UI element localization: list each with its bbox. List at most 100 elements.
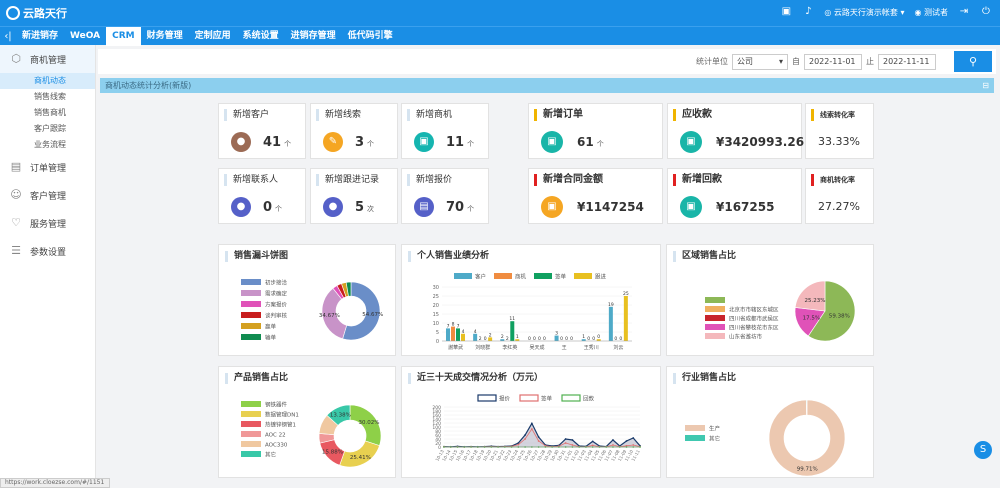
kpi-card[interactable]: 新增线索 ✎ 3个 bbox=[310, 103, 398, 159]
nav-item[interactable]: 低代码引擎 bbox=[342, 27, 399, 46]
unit-select[interactable]: 公司 ▾ bbox=[732, 53, 788, 70]
sidebar-section[interactable]: ☺ 客户管理 bbox=[0, 181, 95, 209]
to-date-input[interactable]: 2022-11-11 bbox=[878, 53, 936, 70]
summary-card[interactable]: 应收款 ▣ ¥3420993.26 bbox=[667, 103, 804, 159]
legend-label: 生产 bbox=[709, 425, 721, 433]
summary-value-wrap: ¥167255 bbox=[716, 200, 777, 214]
data-point[interactable] bbox=[524, 438, 527, 440]
bar[interactable] bbox=[446, 328, 450, 341]
summary-card[interactable]: 新增订单 ▣ 61 个 bbox=[528, 103, 663, 159]
bar[interactable] bbox=[456, 328, 460, 341]
unit-value: 公司 bbox=[737, 56, 753, 66]
bar[interactable] bbox=[608, 306, 613, 341]
sidebar-section-opportunity[interactable]: ⬡ 商机管理 bbox=[0, 45, 95, 73]
sidebar-section[interactable]: ♡ 服务管理 bbox=[0, 209, 95, 237]
sidebar-section[interactable]: ☰ 参数设置 bbox=[0, 237, 95, 265]
data-point[interactable] bbox=[537, 436, 540, 438]
nav-item[interactable]: 财务管理 bbox=[141, 27, 189, 46]
nav-item[interactable]: 定制应用 bbox=[189, 27, 237, 46]
legend-swatch bbox=[705, 315, 725, 321]
search-button[interactable]: ⚲ bbox=[954, 51, 992, 72]
expand-icon[interactable]: ⊟ bbox=[982, 78, 989, 93]
sidebar-subitem[interactable]: 销售商机 bbox=[0, 105, 95, 121]
data-point[interactable] bbox=[612, 439, 614, 441]
pie-slice[interactable] bbox=[339, 440, 380, 468]
x-tick-label: 王 bbox=[562, 345, 567, 351]
summary-card[interactable]: 新增回款 ▣ ¥167255 bbox=[667, 168, 802, 224]
from-label: 自 bbox=[792, 57, 800, 66]
company-switcher[interactable]: ◎ 云路天行演示帐套 ▾ bbox=[824, 7, 904, 18]
summary-value-wrap: 61 个 bbox=[577, 135, 604, 149]
data-point[interactable] bbox=[632, 437, 635, 439]
rate-card[interactable]: 商机转化率 27.27% bbox=[805, 168, 874, 224]
assistant-float-button[interactable]: S bbox=[974, 441, 992, 459]
kpi-label: 新增跟进记录 bbox=[316, 174, 379, 186]
bar[interactable] bbox=[461, 333, 465, 341]
sidebar-subitem[interactable]: 业务流程 bbox=[0, 137, 95, 153]
pie-slice[interactable] bbox=[794, 280, 826, 312]
app-logo[interactable]: 云路天行 bbox=[6, 5, 67, 21]
kpi-value: 70 bbox=[446, 200, 465, 215]
kpi-card[interactable]: 新增报价 ▤ 70 个 bbox=[401, 168, 489, 224]
sidebar-subitem[interactable]: 客户跟踪 bbox=[0, 121, 95, 137]
kpi-card[interactable]: 新增联系人 ● 0个 bbox=[218, 168, 306, 224]
legend-label: AOC330 bbox=[265, 443, 288, 449]
data-point[interactable] bbox=[524, 434, 527, 436]
legend-label: 签单 bbox=[555, 273, 567, 281]
bar[interactable] bbox=[451, 326, 455, 341]
bar[interactable] bbox=[510, 321, 515, 341]
data-point[interactable] bbox=[571, 444, 574, 446]
sidebar-subitem[interactable]: 销售线索 bbox=[0, 89, 95, 105]
user-menu[interactable]: ◉ 测试者 bbox=[914, 7, 948, 18]
bell-icon[interactable]: ♪ bbox=[802, 6, 814, 18]
nav-item[interactable]: 进销存管理 bbox=[285, 27, 342, 46]
kpi-card[interactable]: 新增客户 ● 41 个 bbox=[218, 103, 306, 159]
kpi-card[interactable]: 新增商机 ▣ 11 个 bbox=[401, 103, 489, 159]
legend-label: 北京市市辖区东城区 bbox=[729, 306, 779, 314]
y-tick-label: 200 bbox=[432, 405, 441, 411]
collapse-icon[interactable]: ‹| bbox=[0, 31, 16, 42]
data-point[interactable] bbox=[564, 442, 567, 444]
data-point[interactable] bbox=[571, 439, 574, 441]
nav-item[interactable]: CRM bbox=[106, 26, 141, 46]
rate-label: 商机转化率 bbox=[811, 174, 855, 186]
sidebar-section[interactable]: ▤ 订单管理 bbox=[0, 153, 95, 181]
slice-label: 54.67% bbox=[362, 312, 383, 318]
legend-label: 其它 bbox=[709, 435, 720, 443]
power-icon[interactable]: ⏻ bbox=[980, 6, 992, 18]
nav-item[interactable]: 系统设置 bbox=[237, 27, 285, 46]
summary-card[interactable]: 新增合同金额 ▣ ¥1147254 bbox=[528, 168, 663, 224]
legend-label: 需求确定 bbox=[265, 290, 288, 298]
monitor-icon[interactable]: ▣ bbox=[780, 6, 792, 18]
panel-title: 行业销售占比 bbox=[673, 373, 736, 384]
pie-slice[interactable] bbox=[806, 399, 808, 416]
x-tick-label: 謝華武 bbox=[448, 344, 463, 351]
exit-icon[interactable]: ⇥ bbox=[958, 6, 970, 18]
data-point[interactable] bbox=[530, 428, 533, 430]
from-date-input[interactable]: 2022-11-01 bbox=[804, 53, 862, 70]
legend-swatch bbox=[519, 394, 539, 402]
data-point[interactable] bbox=[537, 440, 540, 442]
panel-product: 产品销售占比 30.02% 25.41% 15.88% 13.38% 钢铁器件 数据管理DN… bbox=[218, 366, 396, 478]
opportunity-icon: ▣ bbox=[414, 132, 434, 152]
data-point[interactable] bbox=[625, 440, 628, 442]
nav-item[interactable]: 新进销存 bbox=[16, 27, 64, 46]
rate-card[interactable]: 线索转化率 33.33% bbox=[805, 103, 874, 159]
followup-icon: ● bbox=[323, 197, 343, 217]
kpi-card[interactable]: 新增跟进记录 ● 5次 bbox=[310, 168, 398, 224]
data-point[interactable] bbox=[530, 422, 533, 425]
search-icon: ⚲ bbox=[968, 55, 978, 68]
data-point[interactable] bbox=[591, 444, 594, 447]
bar[interactable] bbox=[473, 333, 478, 341]
data-point[interactable] bbox=[564, 438, 567, 440]
data-point[interactable] bbox=[517, 443, 520, 446]
data-point[interactable] bbox=[612, 444, 614, 446]
sidebar-subitem[interactable]: 商机动态 bbox=[0, 73, 95, 89]
data-point[interactable] bbox=[632, 444, 635, 446]
legend-swatch bbox=[241, 431, 261, 437]
legend-label: 山东省潍坊市 bbox=[729, 333, 763, 341]
bar[interactable] bbox=[623, 296, 628, 341]
data-point[interactable] bbox=[591, 440, 594, 443]
kpi-unit: 个 bbox=[467, 205, 475, 213]
nav-item[interactable]: WeOA bbox=[64, 27, 106, 46]
